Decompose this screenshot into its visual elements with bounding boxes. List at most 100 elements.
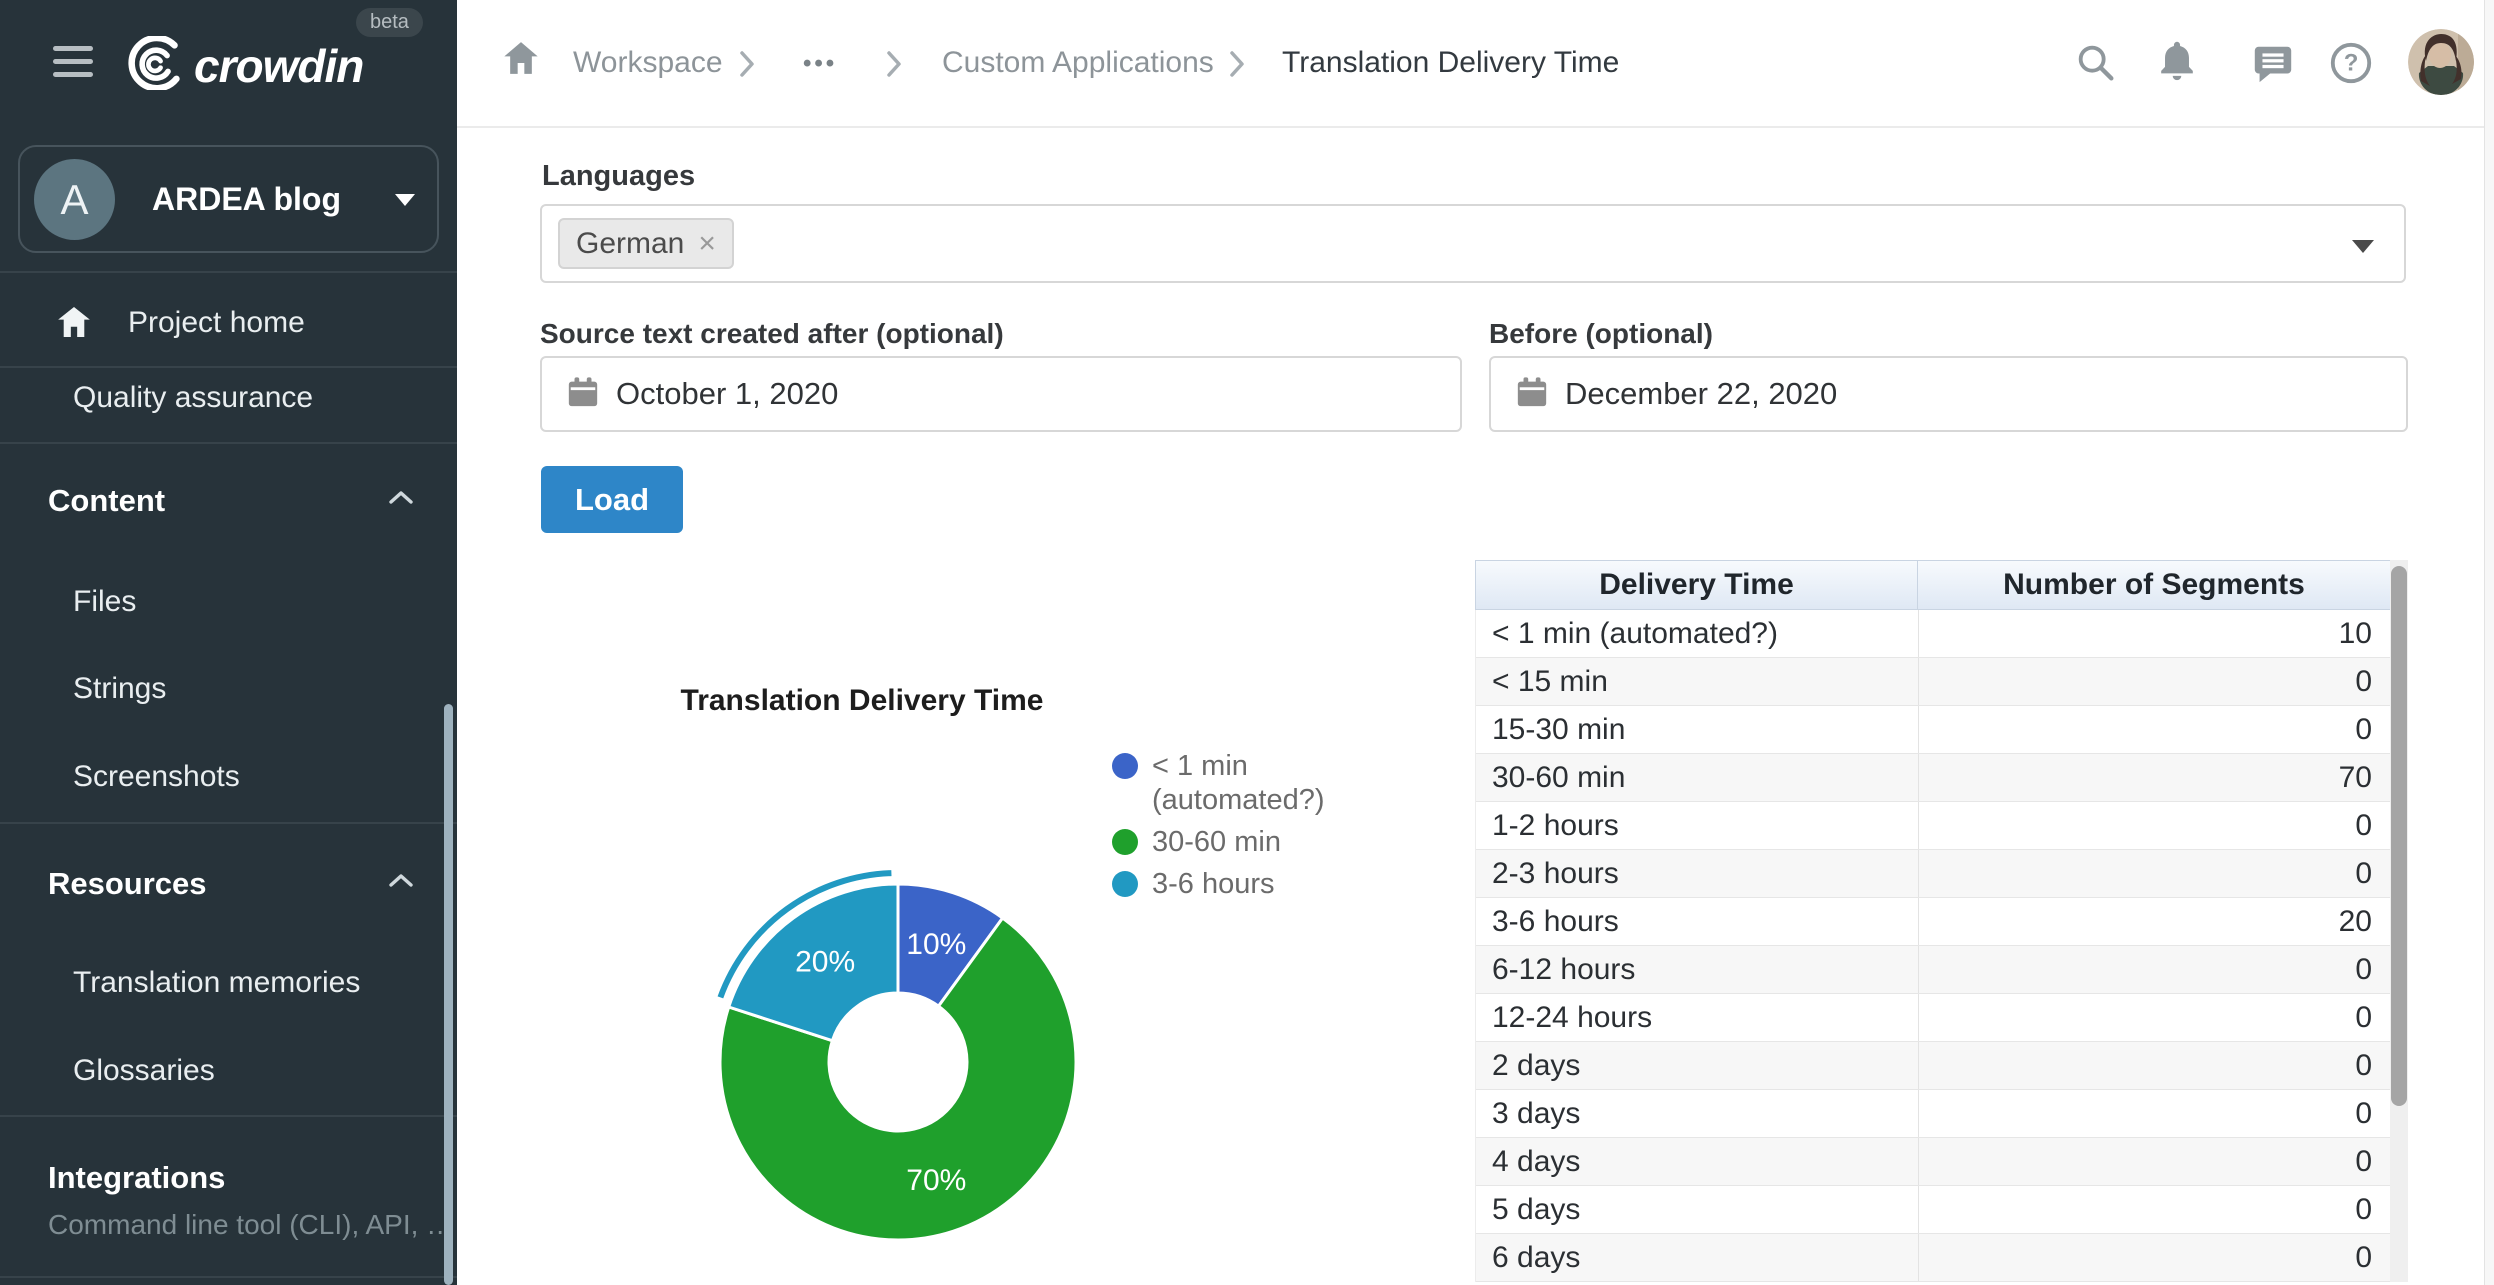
table-row[interactable]: 3-6 hours20	[1476, 898, 2408, 946]
sidebar-section-resources[interactable]: Resources	[48, 866, 207, 902]
cell-number-of-segments: 70	[1918, 754, 2390, 801]
cell-delivery-time: 6 days	[1476, 1234, 1918, 1281]
table-row[interactable]: 6 days0	[1476, 1234, 2408, 1282]
table-scrollbar-track[interactable]	[2390, 560, 2408, 1282]
chevron-right-icon	[1228, 49, 1246, 84]
sidebar-item-project-home[interactable]: Project home	[128, 306, 305, 340]
bell-icon[interactable]	[2154, 37, 2200, 83]
cell-delivery-time: 30-60 min	[1476, 754, 1918, 801]
sidebar: crowdin beta A ARDEA blog Project home Q…	[0, 0, 457, 1285]
breadcrumb-workspace[interactable]: Workspace	[573, 46, 723, 80]
table-row[interactable]: 6-12 hours0	[1476, 946, 2408, 994]
table-row[interactable]: 30-60 min70	[1476, 754, 2408, 802]
divider	[0, 442, 457, 444]
project-selector[interactable]: A ARDEA blog	[18, 145, 439, 253]
page-scrollbar[interactable]	[2484, 0, 2494, 1285]
cell-number-of-segments: 0	[1918, 1186, 2390, 1233]
sidebar-item-files[interactable]: Files	[73, 585, 136, 619]
sidebar-scrollbar[interactable]	[444, 704, 453, 1285]
cell-delivery-time: 1-2 hours	[1476, 802, 1918, 849]
legend-item[interactable]: 30-60 min	[1112, 825, 1352, 859]
calendar-icon	[566, 375, 600, 414]
chevron-up-icon[interactable]	[388, 489, 414, 510]
table-row[interactable]: < 1 min (automated?)10	[1476, 610, 2408, 658]
table-row[interactable]: 2 days0	[1476, 1042, 2408, 1090]
before-date-input[interactable]: December 22, 2020	[1489, 356, 2408, 432]
sidebar-item-translation-memories[interactable]: Translation memories	[73, 966, 360, 1000]
table-row[interactable]: 5 days0	[1476, 1186, 2408, 1234]
sidebar-section-integrations[interactable]: Integrations	[48, 1160, 225, 1196]
help-icon[interactable]: ?	[2328, 40, 2374, 86]
table-scrollbar-thumb[interactable]	[2391, 566, 2407, 1106]
legend-item[interactable]: < 1 min (automated?)	[1112, 749, 1352, 817]
breadcrumb-ellipsis[interactable]: •••	[803, 50, 837, 78]
table-body: < 1 min (automated?)10< 15 min015-30 min…	[1475, 610, 2408, 1282]
home-icon	[55, 303, 93, 346]
chevron-right-icon	[738, 49, 756, 84]
legend-item[interactable]: 3-6 hours	[1112, 867, 1352, 901]
breadcrumb-custom-applications[interactable]: Custom Applications	[942, 46, 1214, 80]
cell-delivery-time: 2 days	[1476, 1042, 1918, 1089]
languages-select[interactable]: German ×	[540, 204, 2406, 283]
dropdown-caret-icon[interactable]	[2352, 240, 2374, 253]
slice-percent-label: 10%	[906, 928, 966, 961]
legend-dot-icon	[1112, 871, 1138, 897]
table-row[interactable]: 2-3 hours0	[1476, 850, 2408, 898]
integrations-subtitle: Command line tool (CLI), API, …	[48, 1209, 454, 1241]
load-button[interactable]: Load	[541, 466, 683, 533]
sidebar-item-strings[interactable]: Strings	[73, 672, 166, 706]
cell-number-of-segments: 0	[1918, 1234, 2390, 1281]
after-date-label: Source text created after (optional)	[540, 318, 1004, 350]
remove-language-icon[interactable]: ×	[698, 227, 716, 261]
table-header-delivery-time[interactable]: Delivery Time	[1476, 561, 1918, 609]
cell-delivery-time: 2-3 hours	[1476, 850, 1918, 897]
cell-delivery-time: 5 days	[1476, 1186, 1918, 1233]
cell-number-of-segments: 10	[1918, 610, 2390, 657]
cell-number-of-segments: 0	[1918, 706, 2390, 753]
donut-chart[interactable]: 10% 70% 20%	[703, 867, 1093, 1257]
table-header-number-of-segments[interactable]: Number of Segments	[1918, 561, 2390, 609]
legend-label: < 1 min (automated?)	[1152, 749, 1352, 817]
chevron-up-icon[interactable]	[388, 872, 414, 893]
svg-text:?: ?	[2344, 50, 2359, 77]
sidebar-item-glossaries[interactable]: Glossaries	[73, 1054, 215, 1088]
cell-delivery-time: 3 days	[1476, 1090, 1918, 1137]
user-avatar[interactable]	[2408, 29, 2474, 95]
cell-delivery-time: < 1 min (automated?)	[1476, 610, 1918, 657]
chat-icon[interactable]	[2250, 40, 2296, 86]
before-date-value: December 22, 2020	[1565, 376, 1837, 412]
breadcrumb-current-page: Translation Delivery Time	[1282, 46, 1619, 80]
sidebar-item-quality-assurance[interactable]: Quality assurance	[73, 381, 313, 415]
table-row[interactable]: < 15 min0	[1476, 658, 2408, 706]
cell-number-of-segments: 0	[1918, 1090, 2390, 1137]
legend-label: 30-60 min	[1152, 825, 1281, 859]
table-header-row: Delivery Time Number of Segments	[1475, 560, 2408, 610]
table-row[interactable]: 4 days0	[1476, 1138, 2408, 1186]
after-date-value: October 1, 2020	[616, 376, 838, 412]
cell-delivery-time: 12-24 hours	[1476, 994, 1918, 1041]
cell-delivery-time: 15-30 min	[1476, 706, 1918, 753]
crowdin-logo[interactable]: crowdin	[124, 36, 363, 95]
slice-percent-label: 70%	[906, 1164, 966, 1197]
after-date-input[interactable]: October 1, 2020	[540, 356, 1462, 432]
cell-number-of-segments: 0	[1918, 1042, 2390, 1089]
table-row[interactable]: 3 days0	[1476, 1090, 2408, 1138]
hamburger-menu-icon[interactable]	[53, 46, 93, 77]
languages-label: Languages	[542, 160, 695, 193]
search-icon[interactable]	[2073, 40, 2119, 86]
segments-table: Delivery Time Number of Segments < 1 min…	[1475, 560, 2408, 1282]
home-icon[interactable]	[501, 38, 541, 83]
language-chip: German ×	[558, 218, 734, 269]
table-row[interactable]: 15-30 min0	[1476, 706, 2408, 754]
before-date-label: Before (optional)	[1489, 318, 1713, 350]
slice-percent-label: 20%	[795, 946, 855, 979]
beta-badge: beta	[356, 8, 423, 37]
table-row[interactable]: 1-2 hours0	[1476, 802, 2408, 850]
table-row[interactable]: 12-24 hours0	[1476, 994, 2408, 1042]
legend-dot-icon	[1112, 829, 1138, 855]
sidebar-section-content[interactable]: Content	[48, 483, 165, 519]
cell-number-of-segments: 0	[1918, 658, 2390, 705]
cell-number-of-segments: 0	[1918, 994, 2390, 1041]
project-name: ARDEA blog	[152, 147, 341, 251]
sidebar-item-screenshots[interactable]: Screenshots	[73, 760, 240, 794]
